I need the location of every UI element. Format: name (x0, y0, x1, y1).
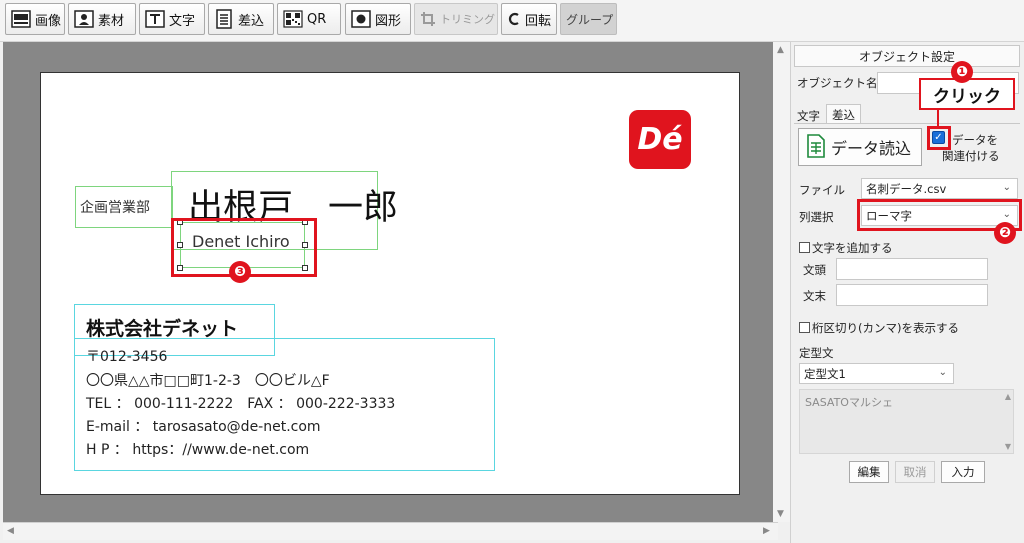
step1-highlight (927, 126, 951, 150)
scroll-left-icon[interactable]: ◀ (7, 526, 14, 536)
comma-option[interactable]: 桁区切り(カンマ)を表示する (799, 320, 959, 336)
template-textarea-text: SASATOマルシェ (805, 396, 893, 409)
material-button[interactable]: 素材 (68, 3, 136, 35)
prefix-input[interactable] (836, 258, 988, 280)
spreadsheet-icon (807, 133, 825, 161)
qr-button[interactable]: QR (277, 3, 341, 35)
scroll-down-icon[interactable]: ▼ (1005, 442, 1011, 451)
company-text: 株式会社デネット (86, 318, 239, 340)
tab-merge[interactable]: 差込 (826, 104, 861, 124)
click-callout: クリック (919, 78, 1015, 110)
toolbar: 画像 素材 文字 差込 QR 図形 トリミング 回転 グループ (0, 0, 1024, 42)
tab-text[interactable]: 文字 (797, 108, 820, 124)
template-select[interactable]: 定型文1 ⌄ (799, 363, 954, 384)
trimming-button[interactable]: トリミング (414, 3, 498, 35)
merge-button[interactable]: 差込 (208, 3, 274, 35)
trimming-label: トリミング (440, 13, 495, 26)
qr-label: QR (307, 11, 327, 27)
data-load-button[interactable]: データ読込 (798, 128, 922, 166)
step1-badge: ❶ (951, 61, 973, 83)
image-icon (11, 9, 31, 29)
rotate-label: 回転 (525, 13, 552, 29)
merge-label: 差込 (238, 13, 265, 29)
address-text: 〇〇県△△市□□町1-2-3 〇〇ビル△F (86, 373, 330, 389)
suffix-input[interactable] (836, 284, 988, 306)
chevron-down-icon: ⌄ (1002, 182, 1011, 193)
template-label: 定型文 (799, 346, 834, 360)
comma-label: 桁区切り(カンマ)を表示する (812, 321, 959, 335)
email-text: E-mail ： tarosasato@de-net.com (86, 419, 321, 435)
shape-label: 図形 (375, 13, 402, 29)
crop-icon (420, 9, 436, 29)
vertical-scrollbar[interactable]: ▲ ▼ (773, 42, 790, 522)
text-label: 文字 (169, 13, 196, 29)
image-button[interactable]: 画像 (5, 3, 65, 35)
scroll-down-icon[interactable]: ▼ (777, 509, 784, 519)
postal-text: 〒012-3456 (86, 349, 168, 365)
suffix-label: 文末 (803, 289, 826, 303)
rotate-button[interactable]: 回転 (501, 3, 557, 35)
prefix-label: 文頭 (803, 263, 826, 277)
department-text: 企画営業部 (80, 200, 150, 216)
company-logo: Dé (629, 110, 691, 169)
panel-header: オブジェクト設定 (794, 45, 1020, 67)
add-text-option[interactable]: 文字を追加する (799, 240, 893, 256)
file-label: ファイル (799, 183, 845, 197)
material-icon (74, 9, 94, 29)
scroll-right-icon[interactable]: ▶ (763, 526, 770, 536)
file-select-value: 名刺データ.csv (866, 182, 947, 196)
horizontal-scrollbar[interactable]: ◀ ▶ (3, 522, 778, 540)
object-settings-panel: オブジェクト設定 オブジェクト名 文字 差込 データ読込 ✓ データを 関連付け… (790, 42, 1024, 543)
step3-badge: ❸ (229, 261, 251, 283)
text-icon (145, 9, 165, 29)
business-card[interactable]: 企画営業部 出根戸 一郎 Denet Ichiro ❸ Dé 株式会社デネット … (40, 72, 740, 495)
cancel-button[interactable]: 取消 (895, 461, 935, 483)
chevron-down-icon: ⌄ (938, 367, 947, 378)
file-select[interactable]: 名刺データ.csv ⌄ (861, 178, 1018, 199)
phone-text: TEL ： 000-111-2222 FAX ： 000-222-3333 (86, 396, 396, 412)
image-label: 画像 (35, 13, 62, 29)
edit-button[interactable]: 編集 (849, 461, 889, 483)
qr-code-icon (283, 9, 303, 29)
comma-checkbox[interactable] (799, 322, 810, 333)
document-icon (214, 9, 234, 29)
web-text: H P ： https：//www.de-net.com (86, 442, 310, 458)
template-select-value: 定型文1 (804, 367, 846, 381)
rotate-icon (507, 9, 521, 29)
add-text-checkbox[interactable] (799, 242, 810, 253)
tab-divider (794, 123, 1020, 124)
column-label: 列選択 (799, 210, 834, 224)
add-text-label: 文字を追加する (812, 241, 893, 255)
group-button[interactable]: グループ (560, 3, 617, 35)
scroll-up-icon[interactable]: ▲ (1005, 392, 1011, 401)
link-data-label-1: データを (952, 133, 998, 147)
data-load-label: データ読込 (831, 139, 912, 158)
link-data-label-2: 関連付ける (942, 149, 1000, 163)
step2-badge: ❷ (994, 222, 1016, 244)
shape-icon (351, 9, 371, 29)
input-button[interactable]: 入力 (941, 461, 985, 483)
group-label: グループ (566, 12, 614, 27)
shape-button[interactable]: 図形 (345, 3, 411, 35)
template-textarea[interactable]: SASATOマルシェ ▲ ▼ (799, 389, 1014, 454)
callout-pointer (937, 110, 939, 128)
material-label: 素材 (98, 13, 125, 29)
object-name-label: オブジェクト名 (797, 76, 878, 90)
scroll-up-icon[interactable]: ▲ (777, 45, 784, 55)
text-button[interactable]: 文字 (139, 3, 205, 35)
